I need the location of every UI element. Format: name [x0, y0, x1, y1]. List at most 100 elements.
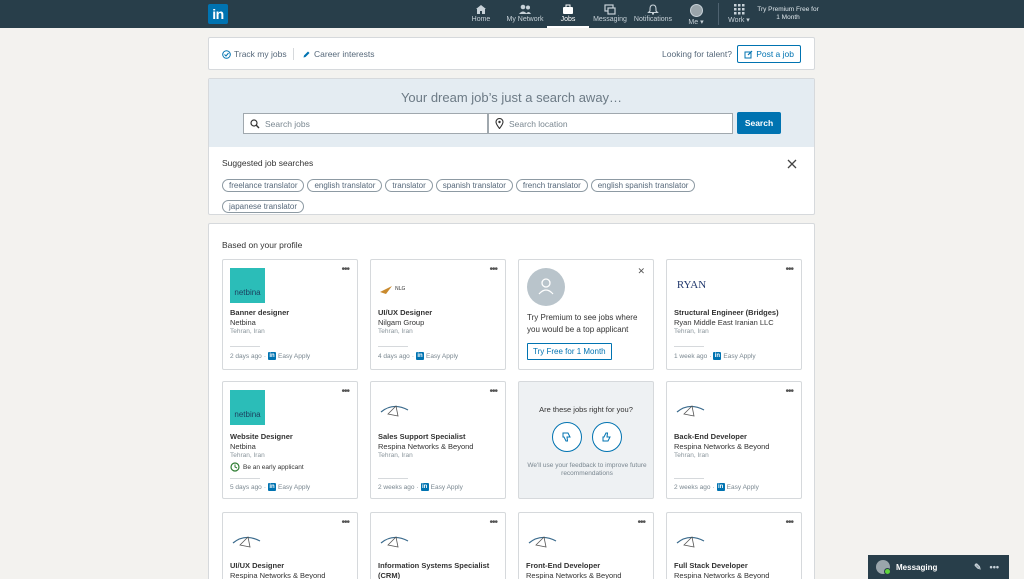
- suggested-search-pill[interactable]: freelance translator: [222, 179, 305, 192]
- job-card[interactable]: ••• Front-End Developer Respina Networks…: [518, 512, 654, 579]
- more-options-icon[interactable]: •••: [489, 386, 497, 397]
- linkedin-icon: in: [267, 352, 276, 360]
- nav-work[interactable]: Work ▾: [724, 0, 754, 28]
- nav-my-network-label: My Network: [506, 16, 544, 23]
- job-title[interactable]: Front-End Developer: [526, 561, 650, 571]
- job-title[interactable]: Structural Engineer (Bridges): [674, 308, 798, 318]
- card-divider: [674, 346, 704, 347]
- job-search-card: Your dream job’s just a search away… Sea…: [208, 78, 815, 215]
- card-divider: [378, 346, 408, 347]
- home-icon: [476, 5, 486, 14]
- clock-icon: [230, 462, 240, 472]
- premium-upsell-card: ✕ Try Premium to see jobs where you woul…: [518, 259, 654, 370]
- job-card[interactable]: ••• netbina Banner designer Netbina Tehr…: [222, 259, 358, 370]
- job-card[interactable]: ••• Full Stack Developer Respina Network…: [666, 512, 802, 579]
- nav-notifications[interactable]: Notifications: [633, 0, 673, 28]
- compose-icon[interactable]: ✎: [974, 562, 982, 573]
- close-icon[interactable]: [786, 158, 798, 170]
- more-options-icon[interactable]: •••: [489, 517, 497, 528]
- more-options-icon[interactable]: •••: [637, 517, 645, 528]
- company-logo: RYAN: [676, 279, 707, 291]
- job-card[interactable]: ••• NLG UI/UX Designer Nilgam Group Tehr…: [370, 259, 506, 370]
- easy-apply-label: Easy Apply: [430, 483, 463, 491]
- messaging-bar[interactable]: Messaging ✎ •••: [868, 555, 1009, 579]
- suggested-search-pill[interactable]: translator: [385, 179, 433, 192]
- job-posted: 5 days ago: [230, 483, 262, 491]
- job-card[interactable]: ••• RYAN Structural Engineer (Bridges) R…: [666, 259, 802, 370]
- more-options-icon[interactable]: •••: [489, 264, 497, 275]
- top-nav: in Home My Network Jobs Messaging Notifi…: [0, 0, 1024, 28]
- suggested-search-pill[interactable]: english translator: [307, 179, 383, 192]
- suggested-search-pill[interactable]: french translator: [515, 179, 588, 192]
- track-my-jobs-link[interactable]: Track my jobs: [222, 49, 287, 59]
- job-title[interactable]: Sales Support Specialist: [378, 432, 502, 442]
- card-divider: [378, 478, 408, 479]
- job-card[interactable]: ••• Information Systems Specialist (CRM): [370, 512, 506, 579]
- job-title[interactable]: UI/UX Designer: [378, 308, 502, 318]
- nav-home[interactable]: Home: [470, 0, 492, 28]
- close-icon[interactable]: ✕: [637, 266, 645, 277]
- company-logo: [674, 521, 709, 556]
- job-title[interactable]: Back-End Developer: [674, 432, 798, 442]
- job-company: Respina Networks & Beyond: [378, 442, 474, 451]
- company-logo: [526, 521, 561, 556]
- job-card[interactable]: ••• netbina Website Designer Netbina Teh…: [222, 381, 358, 499]
- search-button[interactable]: Search: [737, 112, 781, 134]
- more-options-icon[interactable]: •••: [341, 386, 349, 397]
- search-jobs-input[interactable]: Search jobs: [243, 113, 488, 134]
- job-location: Tehran, Iran: [378, 328, 413, 335]
- nav-me[interactable]: Me ▾: [684, 0, 708, 28]
- job-location: Tehran, Iran: [230, 452, 265, 459]
- job-title[interactable]: Information Systems Specialist (CRM): [378, 561, 502, 579]
- thumbs-up-icon: [602, 432, 611, 442]
- job-posted: 4 days ago: [378, 352, 410, 360]
- more-options-icon[interactable]: •••: [990, 562, 999, 573]
- job-title[interactable]: Website Designer: [230, 432, 354, 442]
- job-card[interactable]: ••• Sales Support Specialist Respina Net…: [370, 381, 506, 499]
- career-interests-link[interactable]: Career interests: [302, 49, 374, 59]
- easy-apply-label: Easy Apply: [277, 483, 311, 491]
- linkedin-logo[interactable]: in: [208, 4, 228, 24]
- job-card[interactable]: ••• UI/UX Designer Respina Networks & Be…: [222, 512, 358, 579]
- nav-notifications-label: Notifications: [633, 16, 673, 23]
- more-options-icon[interactable]: •••: [341, 264, 349, 275]
- early-applicant-badge: Be an early applicant: [230, 462, 304, 472]
- suggested-searches-list: freelance translator english translator tr…: [222, 175, 762, 217]
- suggested-search-pill[interactable]: english spanish translator: [590, 179, 696, 192]
- bell-icon: [647, 4, 659, 15]
- job-title[interactable]: Full Stack Developer: [674, 561, 798, 571]
- suggested-search-pill[interactable]: japanese translator: [222, 200, 305, 213]
- messaging-actions: ✎ •••: [974, 562, 999, 573]
- thumbs-up-button[interactable]: [592, 422, 622, 452]
- company-logo: netbina: [230, 268, 265, 303]
- company-logo: NLG: [378, 268, 413, 303]
- job-title[interactable]: Banner designer: [230, 308, 354, 318]
- avatar: [876, 560, 891, 575]
- try-premium-link[interactable]: Try Premium Free for 1 Month: [756, 6, 820, 22]
- network-icon: [519, 4, 531, 14]
- career-interests-label: Career interests: [314, 49, 375, 59]
- more-options-icon[interactable]: •••: [785, 517, 793, 528]
- search-icon: [250, 118, 260, 128]
- nav-work-label: Work ▾: [728, 17, 750, 24]
- search-location-placeholder: Search location: [509, 118, 568, 129]
- post-a-job-label: Post a job: [756, 49, 794, 59]
- thumbs-down-button[interactable]: [552, 422, 582, 452]
- nav-jobs[interactable]: Jobs: [547, 0, 589, 28]
- search-location-input[interactable]: Search location: [488, 113, 733, 134]
- more-options-icon[interactable]: •••: [341, 517, 349, 528]
- job-location: Tehran, Iran: [230, 328, 265, 335]
- nav-messaging[interactable]: Messaging: [593, 0, 627, 28]
- suggested-searches-title: Suggested job searches: [222, 158, 314, 168]
- job-card[interactable]: ••• Back-End Developer Respina Networks …: [666, 381, 802, 499]
- more-options-icon[interactable]: •••: [785, 386, 793, 397]
- try-free-button[interactable]: Try Free for 1 Month: [527, 343, 612, 360]
- linkedin-icon: in: [415, 352, 424, 360]
- suggested-search-pill[interactable]: spanish translator: [435, 179, 513, 192]
- company-logo: [378, 521, 413, 556]
- post-a-job-button[interactable]: Post a job: [737, 45, 801, 63]
- more-options-icon[interactable]: •••: [785, 264, 793, 275]
- nav-my-network[interactable]: My Network: [505, 0, 545, 28]
- job-title[interactable]: UI/UX Designer: [230, 561, 354, 571]
- job-meta: 2 weeks ago · in Easy Apply: [378, 483, 463, 491]
